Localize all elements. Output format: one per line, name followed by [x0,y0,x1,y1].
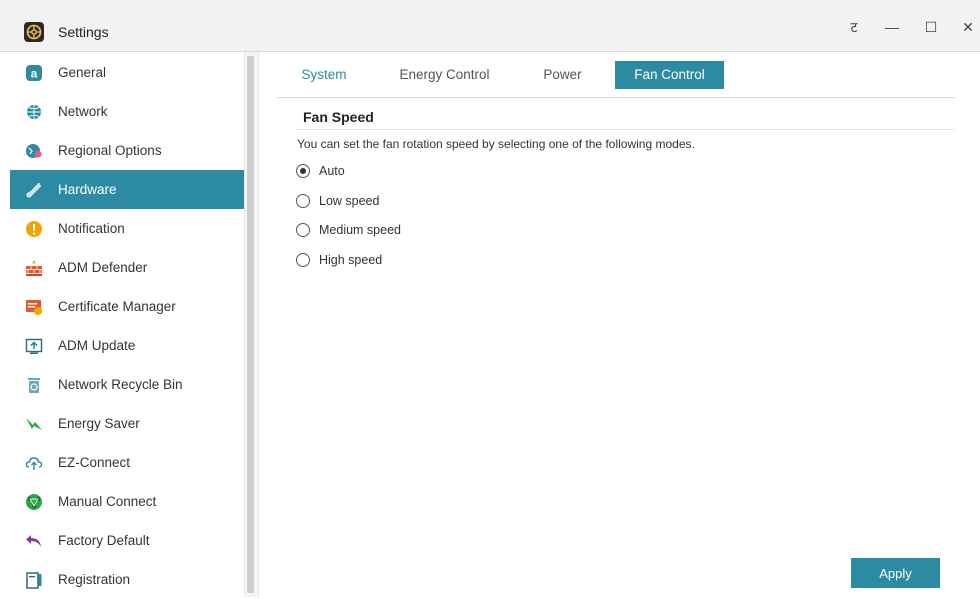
radio-label: Low speed [319,194,380,208]
update-icon [24,336,44,356]
energy-icon [24,414,44,434]
sidebar-item-label: Notification [58,221,125,236]
sidebar-item-adm-defender[interactable]: ADM Defender [10,248,244,287]
radio-button[interactable] [296,194,310,208]
radio-label: Auto [319,164,345,178]
sidebar-item-label: Energy Saver [58,416,140,431]
radio-button[interactable] [296,223,310,237]
sidebar-item-hardware[interactable]: Hardware [10,170,244,209]
sidebar-item-factory-default[interactable]: Factory Default [10,521,244,560]
regional-icon [24,141,44,161]
maximize-icon[interactable]: ☐ [919,17,943,37]
sidebar-item-label: Network Recycle Bin [58,377,183,392]
radio-medium-speed[interactable]: Medium speed [296,221,401,239]
sidebar-item-label: Registration [58,572,131,587]
tab-bar: System Energy Control Power Fan Control [276,61,956,98]
sidebar-item-label: EZ-Connect [58,455,131,470]
settings-app-icon [24,22,44,42]
sidebar: a General Network Regional Options Hardw… [0,52,244,597]
title-bar: Settings ट — ☐ ✕ [0,0,980,52]
radio-high-speed[interactable]: High speed [296,251,382,269]
section-divider [297,129,954,130]
radio-label: High speed [319,253,383,267]
sidebar-item-label: Certificate Manager [58,299,176,314]
minimize-icon[interactable]: — [880,17,904,37]
section-title: Fan Speed [303,109,374,125]
tab-system[interactable]: System [276,61,372,89]
window-title: Settings [58,24,109,40]
cloud-icon [24,453,44,473]
sidebar-item-label: ADM Defender [58,260,148,275]
globe-icon [24,102,44,122]
radio-button[interactable] [296,164,310,178]
hardware-icon [24,180,44,200]
general-icon: a [24,63,44,83]
scrollbar-thumb[interactable] [247,56,254,593]
recycle-bin-icon [24,375,44,395]
sidebar-item-manual-connect[interactable]: Manual Connect [10,482,244,521]
sidebar-item-ez-connect[interactable]: EZ-Connect [10,443,244,482]
sidebar-item-notification[interactable]: Notification [10,209,244,248]
sidebar-item-label: Hardware [58,182,117,197]
fan-description: You can set the fan rotation speed by se… [297,137,695,151]
sidebar-item-network-recycle-bin[interactable]: Network Recycle Bin [10,365,244,404]
sidebar-item-registration[interactable]: Registration [10,560,244,599]
radio-low-speed[interactable]: Low speed [296,192,379,210]
close-icon[interactable]: ✕ [956,17,980,37]
sidebar-item-certificate-manager[interactable]: Certificate Manager [10,287,244,326]
tab-fan-control[interactable]: Fan Control [615,61,724,89]
radio-button[interactable] [296,253,310,267]
radio-auto[interactable]: Auto [296,162,345,180]
registration-icon [24,570,44,590]
undo-icon [24,531,44,551]
pin-icon[interactable]: ट [842,17,866,37]
svg-text:a: a [31,66,38,80]
sidebar-item-label: General [58,65,107,80]
apply-button[interactable]: Apply [851,558,940,588]
notification-icon [24,219,44,239]
sidebar-item-general[interactable]: a General [10,53,244,92]
sidebar-item-label: Factory Default [58,533,150,548]
tab-power[interactable]: Power [520,61,605,89]
manual-connect-icon [24,492,44,512]
firewall-icon [24,258,44,278]
sidebar-item-regional-options[interactable]: Regional Options [10,131,244,170]
sidebar-item-label: Manual Connect [58,494,157,509]
certificate-icon [24,297,44,317]
tab-energy-control[interactable]: Energy Control [382,61,507,89]
sidebar-item-adm-update[interactable]: ADM Update [10,326,244,365]
sidebar-item-network[interactable]: Network [10,92,244,131]
sidebar-item-energy-saver[interactable]: Energy Saver [10,404,244,443]
radio-label: Medium speed [319,223,401,237]
sidebar-scrollbar[interactable] [244,52,259,597]
sidebar-item-label: Network [58,104,108,119]
sidebar-item-label: Regional Options [58,143,162,158]
sidebar-item-label: ADM Update [58,338,136,353]
